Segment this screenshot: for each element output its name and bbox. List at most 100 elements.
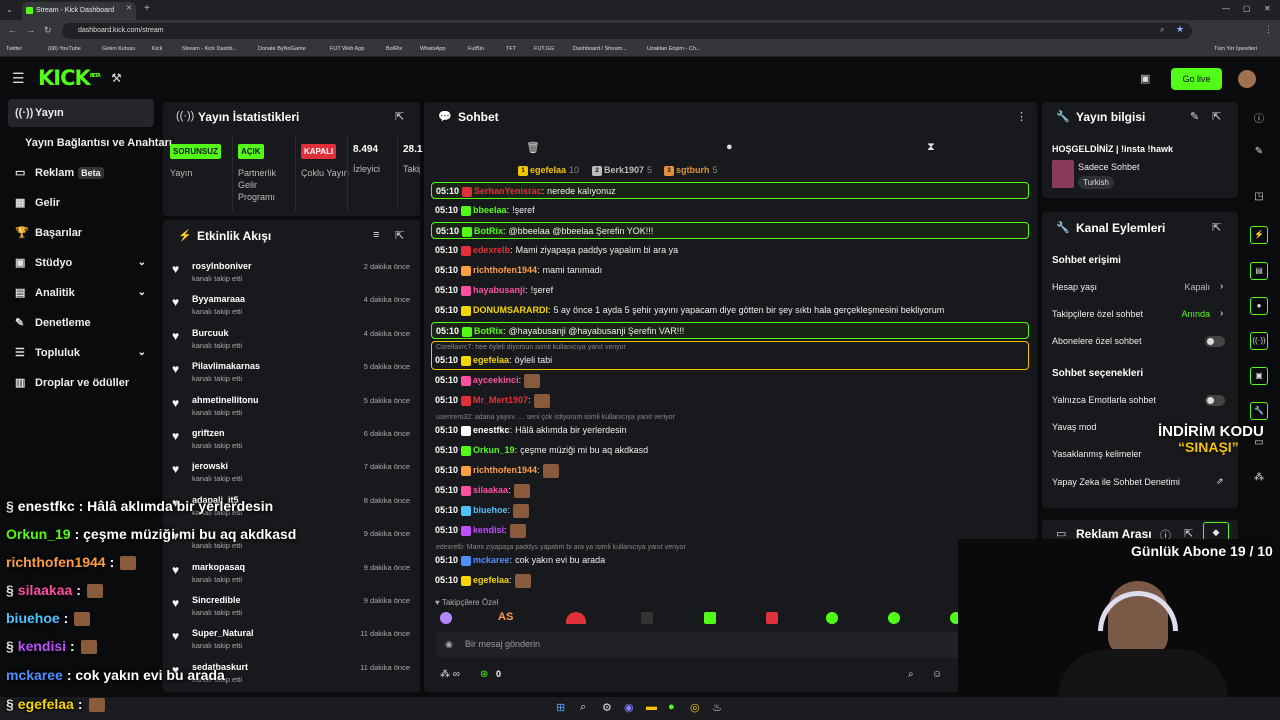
chat-message[interactable]: 05:10 hayabusanji: !şeref xyxy=(431,282,1029,299)
chat-message[interactable]: 05:10 silaakaa: xyxy=(431,482,1029,499)
chat-message[interactable]: 05:10 kendisi: xyxy=(431,522,1029,539)
sidebar-item-5[interactable]: ▣ Stüdyo ⌄ xyxy=(8,249,154,277)
sidebar-item-9[interactable]: ▥ Droplar ve ödüller xyxy=(8,369,154,397)
chevron-down-icon[interactable]: ⌄ xyxy=(138,279,146,307)
bookmark-item[interactable]: (68) YouTube xyxy=(48,46,81,52)
steam-icon[interactable]: ♨ xyxy=(712,701,722,714)
timer-icon[interactable]: ⧗ xyxy=(927,141,935,154)
sidebar-item-6[interactable]: ▤ Analitik ⌄ xyxy=(8,279,154,307)
bookmark-item[interactable]: FUT.GG xyxy=(534,46,554,52)
chat-username[interactable]: richthofen1944 xyxy=(473,265,537,275)
broadcast-icon[interactable]: ((·)) xyxy=(1250,332,1268,350)
external-link-icon[interactable]: ⇗ xyxy=(1216,476,1224,487)
reply-context[interactable]: userirem32: adana yayını .... seni çok i… xyxy=(436,414,675,421)
info-icon[interactable]: ⓘ xyxy=(1250,110,1268,128)
follower-name[interactable]: jerowski xyxy=(192,461,228,471)
chevron-down-icon[interactable]: ⌄ xyxy=(138,339,146,367)
emote-icon[interactable] xyxy=(641,612,653,624)
user-avatar[interactable] xyxy=(1238,70,1256,88)
points-icon[interactable]: ⁂ xyxy=(1250,472,1268,490)
sidebar-item-4[interactable]: 🏆 Başarılar xyxy=(8,219,154,247)
emote-icon[interactable] xyxy=(440,612,452,624)
emote-icon[interactable] xyxy=(704,612,716,624)
expand-icon[interactable]: ◳ xyxy=(1250,191,1268,209)
follower-name[interactable]: Burcuuk xyxy=(192,328,229,338)
follower-name[interactable]: ahmetinellitonu xyxy=(192,395,259,405)
forward-icon[interactable]: → xyxy=(26,25,35,35)
popout-icon[interactable]: ⇱ xyxy=(1212,221,1221,234)
chat-message[interactable]: 05:10 bbeelaa: !şeref xyxy=(431,202,1029,219)
emote-icon[interactable] xyxy=(826,612,838,624)
close-window-icon[interactable]: ✕ xyxy=(1264,4,1271,13)
top-supporter[interactable]: 1 egefelaa 10 xyxy=(518,165,579,176)
chat-username[interactable]: egefelaa xyxy=(473,355,509,365)
emote-icon[interactable] xyxy=(888,612,900,624)
back-icon[interactable]: ← xyxy=(8,25,17,35)
chat-message[interactable]: 05:10 ayceekinci: xyxy=(431,372,1029,389)
windows-start-icon[interactable]: ⊞ xyxy=(556,701,565,714)
chat-message[interactable]: 05:10 Orkun_19: çeşme müziği mi bu aq akdk… xyxy=(431,442,1029,459)
emote-icon[interactable]: AS xyxy=(498,611,513,623)
follower-name[interactable]: rosylnboniver xyxy=(192,261,252,271)
chat-message[interactable]: 05:10 richthofen1944: xyxy=(431,462,1029,479)
chat-username[interactable]: BotRix xyxy=(474,226,503,236)
subscribers-only-toggle[interactable] xyxy=(1205,336,1225,347)
chat-username[interactable]: ayceekinci xyxy=(473,375,519,385)
popout-icon[interactable]: ⇱ xyxy=(1212,110,1221,123)
sidebar-item-0[interactable]: ((·)) Yayın xyxy=(8,99,154,127)
follower-name[interactable]: Super_Natural xyxy=(192,628,254,638)
menu-icon[interactable]: ⋮ xyxy=(1264,24,1273,35)
go-live-button[interactable]: Go live xyxy=(1171,68,1222,90)
chat-message[interactable]: 05:10 mckaree: cok yakın evi bu arada xyxy=(431,552,1029,569)
chat-message[interactable]: 05:10 egefelaa: öyleli tabi xyxy=(431,352,1029,369)
chat-menu-icon[interactable]: ⋮ xyxy=(1016,110,1027,123)
top-supporter[interactable]: 2 Berk1907 5 xyxy=(592,165,652,176)
follower-name[interactable]: markopasaq xyxy=(192,562,245,572)
chat-username[interactable]: biuehoe xyxy=(473,505,508,515)
popout-icon[interactable]: ⇱ xyxy=(395,110,404,123)
emoji-icon[interactable]: ☺ xyxy=(932,669,942,680)
chevron-down-icon[interactable]: ⌄ xyxy=(138,249,146,277)
chat-access-value[interactable]: Kapalı xyxy=(1170,282,1210,292)
settings-icon[interactable]: ⚙ xyxy=(602,701,612,714)
folder-icon[interactable]: ▬ xyxy=(646,701,657,713)
chat-message[interactable]: 05:10 richthofen1944: mami tanımadı xyxy=(431,262,1029,279)
chat-username[interactable]: edexrelb xyxy=(473,245,510,255)
kick-logo[interactable]: KICKBETA xyxy=(38,66,101,90)
chat-username[interactable]: kendisi xyxy=(473,525,504,535)
chevron-right-icon[interactable]: › xyxy=(1220,281,1223,292)
bookmark-item[interactable]: Kick xyxy=(152,46,162,52)
all-bookmarks[interactable]: Tüm Yer İşaretleri xyxy=(1214,46,1257,52)
sidebar-item-1[interactable]: Yayın Bağlantısı ve Anahtarı xyxy=(8,129,172,157)
bookmark-item[interactable]: Twitter xyxy=(6,46,22,52)
taskbar-search-icon[interactable]: ⌕ xyxy=(580,701,586,714)
chat-message[interactable]: 05:10 DONUMSARARDI: 5 ay önce 1 ayda 5 şeh… xyxy=(431,302,1029,319)
wrench-icon[interactable]: 🔧 xyxy=(1250,402,1268,420)
hammer-icon[interactable]: ⚒ xyxy=(111,71,122,85)
bolt-icon[interactable]: ⚡ xyxy=(1250,226,1268,244)
browser-tab[interactable]: Stream - Kick Dashboard xyxy=(22,2,136,20)
chat-message[interactable]: 05:10 BotRix: @hayabusanji @hayabusanji Şe… xyxy=(431,322,1029,339)
chat-message[interactable]: 05:10 Mr_Mert1907: xyxy=(431,392,1029,409)
close-tab-icon[interactable]: ✕ xyxy=(126,4,132,12)
sidebar-item-3[interactable]: ▦ Gelir xyxy=(8,189,154,217)
chat-username[interactable]: DONUMSARARDI xyxy=(473,305,548,315)
filter-icon[interactable]: ≡ xyxy=(373,229,379,241)
points-icon[interactable]: ⁂ ∞ xyxy=(440,669,460,680)
bookmark-item[interactable]: Donate ByNoGame xyxy=(258,46,306,52)
chat-username[interactable]: egefelaa xyxy=(473,575,509,585)
emote-icon[interactable] xyxy=(766,612,778,624)
bookmark-item[interactable]: TFT xyxy=(506,46,516,52)
chat-access-value[interactable]: Anında xyxy=(1170,309,1210,319)
chat-username[interactable]: enestfkc xyxy=(473,425,510,435)
chat-username[interactable]: richthofen1944 xyxy=(473,465,537,475)
minimize-icon[interactable]: — xyxy=(1222,4,1230,13)
search-icon[interactable]: ⌕ xyxy=(908,669,914,680)
bookmark-star-icon[interactable]: ★ xyxy=(1176,24,1184,35)
emote-bar[interactable]: AS xyxy=(436,610,966,628)
url-input[interactable]: dashboard.kick.com/stream xyxy=(62,23,1192,39)
edit-icon[interactable]: ✎ xyxy=(1190,110,1199,123)
bookmark-item[interactable]: Dashboard / Stream... xyxy=(573,46,627,52)
bookmark-item[interactable]: Gelen Kutusu xyxy=(102,46,135,52)
emote-icon[interactable] xyxy=(566,612,586,624)
